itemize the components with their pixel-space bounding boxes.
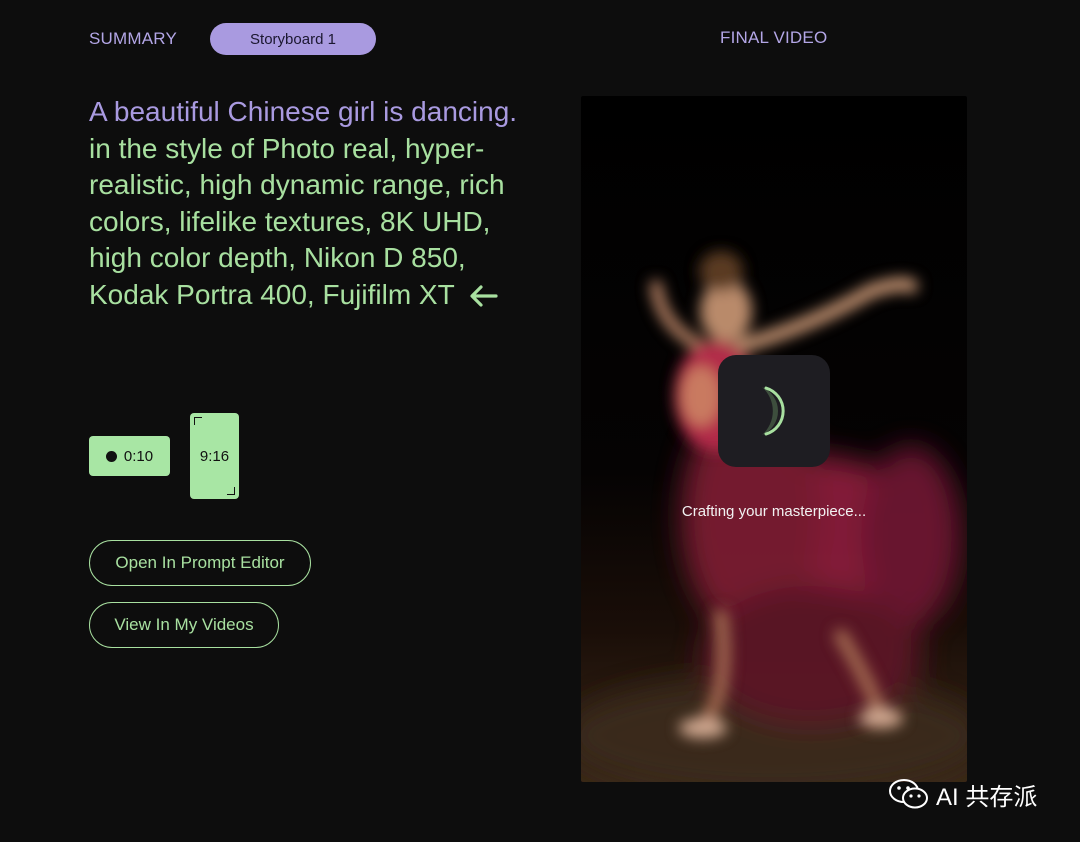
frame-corner-icon (227, 487, 235, 495)
aspect-ratio-label: 9:16 (199, 447, 230, 465)
open-in-prompt-editor-button[interactable]: Open In Prompt Editor (89, 540, 311, 586)
watermark-text: AI 共存派 (936, 783, 1038, 811)
prompt-text: A beautiful Chinese girl is dancing. in … (89, 94, 529, 313)
video-preview: Crafting your masterpiece... (581, 96, 967, 782)
tab-summary[interactable]: SUMMARY (89, 29, 177, 49)
view-in-my-videos-button[interactable]: View In My Videos (89, 602, 279, 648)
duration-chip[interactable]: 0:10 (89, 436, 170, 476)
aspect-ratio-chip[interactable]: 9:16 (190, 413, 239, 499)
watermark: AI 共存派 (888, 776, 1037, 812)
final-video-heading: FINAL VIDEO (720, 28, 828, 47)
loading-spinner-icon (762, 386, 785, 436)
prompt-style: in the style of Photo real, hyper-realis… (89, 132, 505, 310)
page: SUMMARY Storyboard 1 FINAL VIDEO A beaut… (0, 0, 1080, 842)
tab-storyboard-1[interactable]: Storyboard 1 (210, 23, 376, 55)
generation-status: Crafting your masterpiece... (681, 503, 867, 520)
record-dot-icon (105, 450, 117, 462)
loading-spinner (718, 355, 830, 467)
duration-label: 0:10 (123, 447, 154, 465)
prompt-subject: A beautiful Chinese girl is dancing. (89, 96, 518, 127)
frame-corner-icon (194, 417, 202, 425)
wechat-icon (889, 779, 928, 809)
arrow-left-icon[interactable] (468, 284, 498, 308)
